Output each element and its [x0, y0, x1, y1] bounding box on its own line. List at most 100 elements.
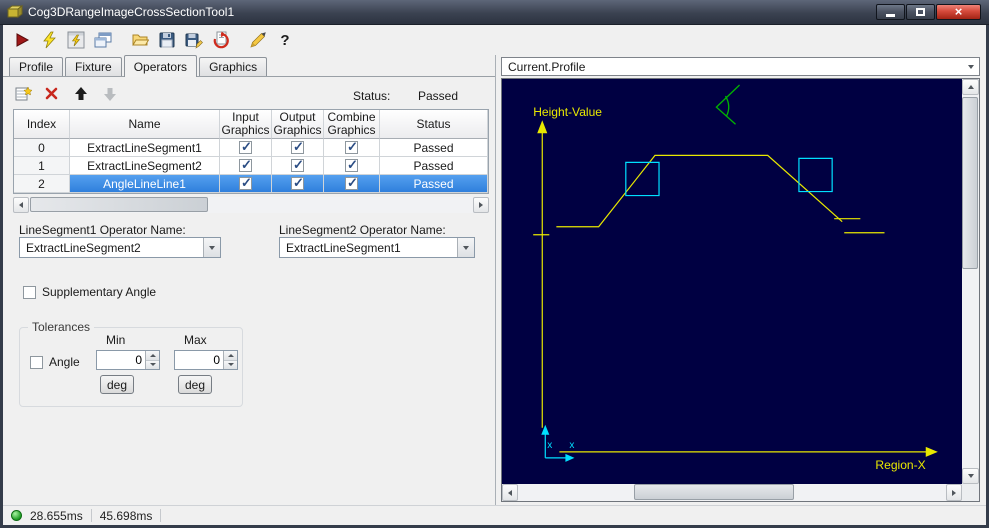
tool-edit-pane: Profile Fixture Operators Graphics Statu… — [3, 55, 496, 505]
separator — [160, 509, 162, 522]
arrow-right-icon — [479, 202, 483, 208]
edit-button[interactable] — [247, 29, 269, 51]
angle-min-spinner — [96, 350, 160, 370]
titlebar[interactable]: Cog3DRangeImageCrossSectionTool1 × — [0, 0, 989, 25]
close-button[interactable]: × — [936, 4, 981, 20]
scroll-right-button[interactable] — [946, 484, 962, 501]
help-icon: ? — [280, 31, 290, 49]
scroll-up-button[interactable] — [962, 79, 979, 95]
spin-down-button[interactable] — [146, 360, 159, 369]
spin-up-button[interactable] — [224, 351, 237, 361]
profile-selector[interactable]: Current.Profile — [501, 57, 980, 76]
col-name[interactable]: Name — [70, 110, 220, 139]
operator-name: ExtractLineSegment1 — [70, 139, 220, 157]
tab-profile[interactable]: Profile — [9, 57, 64, 76]
profile-plot[interactable]: Height-Value Region-X x x — [502, 79, 962, 484]
plot-hscrollbar[interactable] — [502, 484, 962, 501]
output-graphics-checkbox[interactable] — [291, 175, 304, 191]
arrow-left-icon — [19, 202, 23, 208]
tab-operators[interactable]: Operators — [123, 55, 198, 77]
scrollbar-corner — [962, 484, 979, 501]
table-row[interactable]: 1 ExtractLineSegment2 Passed — [14, 157, 488, 175]
spin-buttons — [145, 351, 159, 369]
app-window: Cog3DRangeImageCrossSectionTool1 × ? Pro… — [0, 0, 989, 528]
angle-min-unit-button[interactable]: deg — [100, 375, 134, 394]
spin-down-button[interactable] — [224, 360, 237, 369]
linesegment2-value: ExtractLineSegment1 — [286, 240, 401, 255]
float-window-button[interactable] — [92, 29, 114, 51]
chevron-down-icon — [463, 245, 469, 250]
main-toolbar: ? — [3, 25, 986, 55]
minimize-button[interactable] — [876, 4, 905, 20]
tolerances-legend: Tolerances — [28, 320, 95, 334]
output-graphics-checkbox[interactable] — [291, 139, 304, 155]
help-button[interactable]: ? — [274, 29, 296, 51]
plot-vscrollbar[interactable] — [962, 79, 979, 484]
combine-graphics-checkbox[interactable] — [345, 139, 358, 155]
arrow-up-icon — [227, 353, 234, 357]
save-as-button[interactable] — [183, 29, 205, 51]
y-axis-label: Height-Value — [533, 105, 602, 119]
table-hscrollbar[interactable] — [13, 197, 489, 213]
angle-min-input[interactable] — [97, 351, 145, 369]
spin-up-button[interactable] — [146, 351, 159, 361]
scroll-left-button[interactable] — [502, 484, 518, 501]
scroll-right-button[interactable] — [473, 197, 489, 213]
angle-max-input[interactable] — [175, 351, 223, 369]
angle-label: Angle — [49, 355, 80, 369]
col-combine-graphics[interactable]: Combine Graphics — [324, 110, 380, 139]
checkbox-box[interactable] — [30, 355, 43, 369]
run-button[interactable] — [11, 29, 33, 51]
maximize-button[interactable] — [906, 4, 935, 20]
angle-max-spinner — [174, 350, 238, 370]
scroll-left-button[interactable] — [13, 197, 29, 213]
output-graphics-checkbox[interactable] — [291, 157, 304, 173]
row-index: 1 — [14, 157, 70, 175]
arrow-down-icon — [104, 88, 116, 101]
move-up-button[interactable] — [71, 84, 91, 104]
combine-graphics-checkbox[interactable] — [345, 157, 358, 173]
col-input-graphics[interactable]: Input Graphics — [220, 110, 272, 139]
operators-tab-page: Status: Passed Index Name Input Graphics… — [3, 77, 495, 505]
linesegment1-combo[interactable]: ExtractLineSegment2 — [19, 237, 221, 258]
table-row-selected[interactable]: 2 AngleLineLine1 Passed — [14, 175, 488, 193]
linesegment2-combo[interactable]: ExtractLineSegment1 — [279, 237, 475, 258]
table-row[interactable]: 0 ExtractLineSegment1 Passed — [14, 139, 488, 157]
dropdown-button[interactable] — [457, 238, 474, 257]
input-graphics-checkbox[interactable] — [239, 175, 252, 191]
combine-graphics-checkbox[interactable] — [345, 175, 358, 191]
table-header-row: Index Name Input Graphics Output Graphic… — [14, 110, 488, 139]
col-index[interactable]: Index — [14, 110, 70, 139]
add-operator-button[interactable] — [13, 84, 33, 104]
checkbox-box[interactable] — [23, 285, 36, 299]
status-led-icon — [11, 510, 22, 521]
input-graphics-checkbox[interactable] — [239, 157, 252, 173]
supplementary-angle-checkbox[interactable]: Supplementary Angle — [23, 285, 156, 299]
scroll-down-button[interactable] — [962, 468, 979, 484]
col-status[interactable]: Status — [380, 110, 488, 139]
operator-status: Passed — [380, 175, 488, 193]
angle-tolerance-checkbox[interactable]: Angle — [30, 355, 80, 369]
scroll-thumb[interactable] — [634, 484, 794, 500]
move-down-button[interactable] — [100, 84, 120, 104]
input-graphics-checkbox[interactable] — [239, 139, 252, 155]
dropdown-button[interactable] — [962, 58, 979, 75]
separator — [90, 509, 92, 522]
reset-button[interactable] — [210, 29, 232, 51]
operator-name: ExtractLineSegment2 — [70, 157, 220, 175]
angle-max-unit-button[interactable]: deg — [178, 375, 212, 394]
save-button[interactable] — [156, 29, 178, 51]
col-output-graphics[interactable]: Output Graphics — [272, 110, 324, 139]
scroll-thumb[interactable] — [30, 197, 208, 212]
operator-name: AngleLineLine1 — [70, 175, 220, 193]
tab-fixture[interactable]: Fixture — [65, 57, 122, 76]
tab-graphics[interactable]: Graphics — [199, 57, 268, 76]
lightning-icon — [43, 31, 56, 49]
open-file-button[interactable] — [129, 29, 151, 51]
delete-operator-button[interactable] — [42, 84, 62, 104]
electric-tool-group-button[interactable] — [65, 29, 87, 51]
scroll-thumb[interactable] — [962, 97, 978, 269]
dropdown-button[interactable] — [203, 238, 220, 257]
float-window-icon — [94, 32, 112, 48]
electric-run-button[interactable] — [38, 29, 60, 51]
